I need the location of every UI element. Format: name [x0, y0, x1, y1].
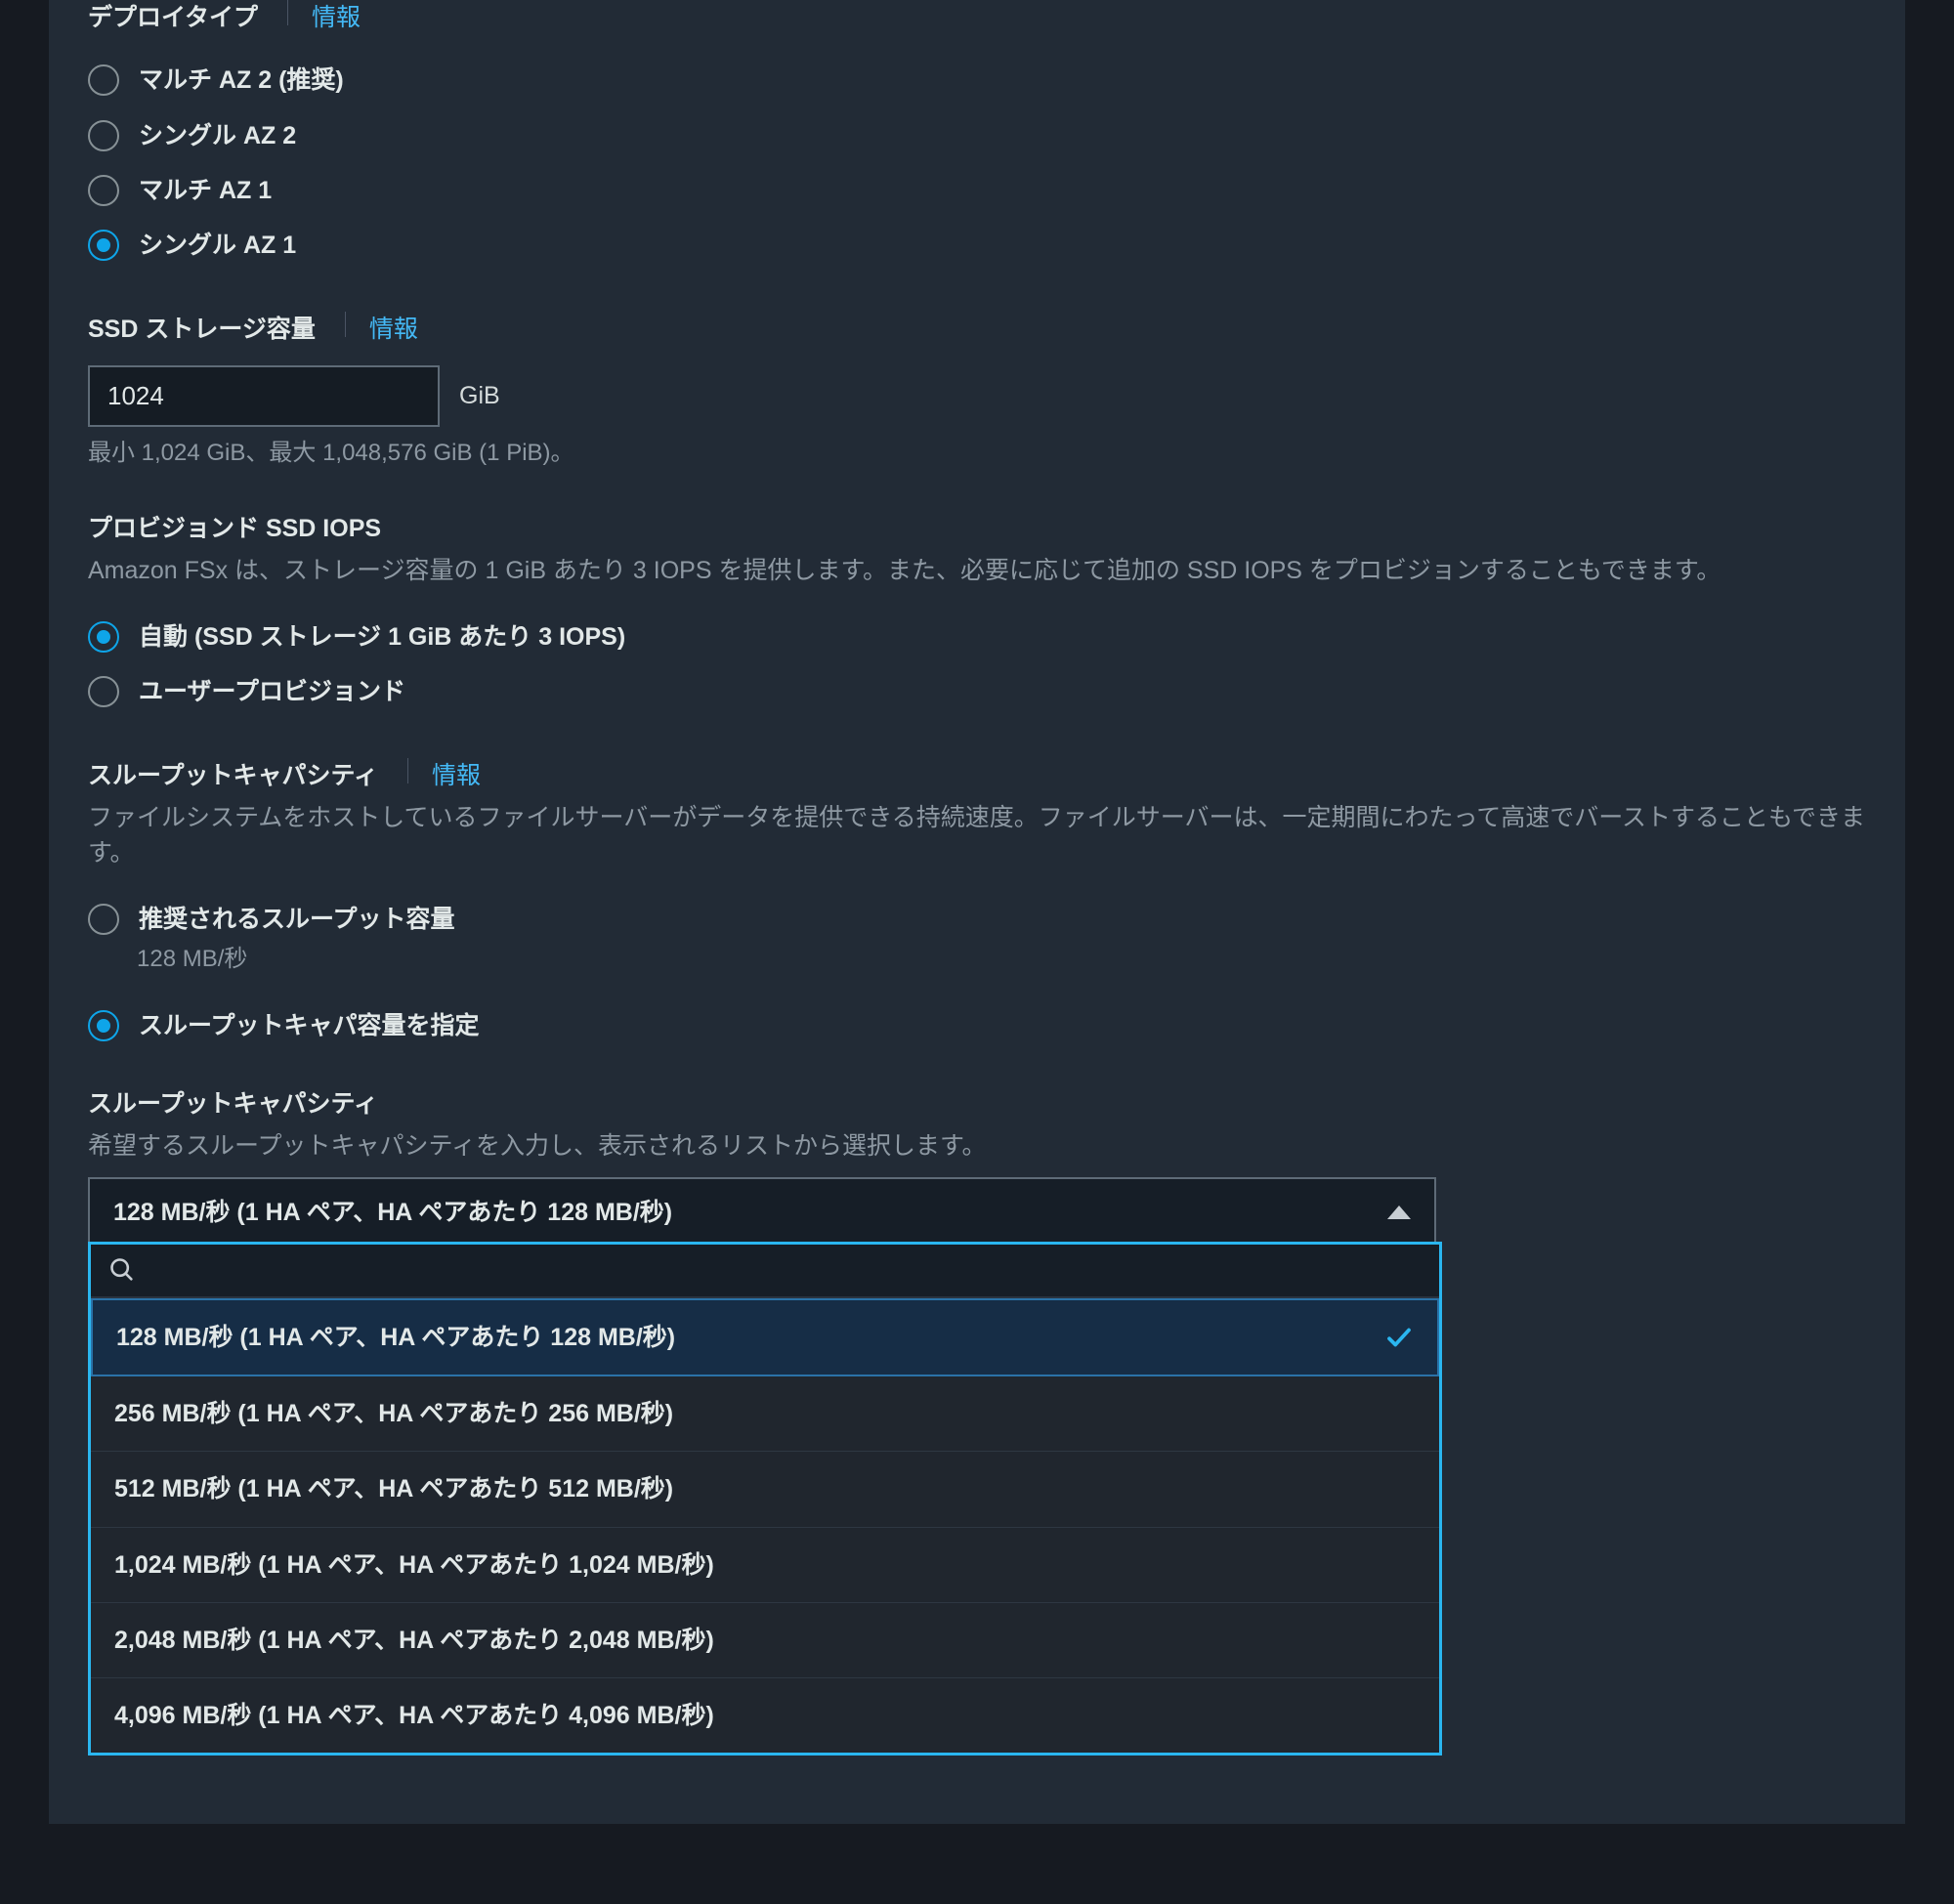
radio-label: シングル AZ 1 — [139, 228, 296, 263]
radio-label: マルチ AZ 2 (推奨) — [139, 63, 344, 98]
radio-throughput-specify[interactable]: スループットキャパ容量を指定 — [88, 998, 1866, 1053]
iops-radio-group: 自動 (SSD ストレージ 1 GiB あたり 3 IOPS) ユーザープロビジ… — [88, 610, 1866, 720]
ssd-capacity-label: SSD ストレージ容量 — [88, 312, 316, 347]
throughput-mode-label: スループットキャパシティ — [88, 758, 378, 793]
radio-multi-az-1[interactable]: マルチ AZ 1 — [88, 163, 1866, 218]
radio-throughput-recommended[interactable]: 推奨されるスループット容量 — [88, 892, 1866, 947]
divider — [407, 758, 408, 783]
throughput-option-1024[interactable]: 1,024 MB/秒 (1 HA ペア、HA ペアあたり 1,024 MB/秒) — [91, 1528, 1439, 1603]
search-icon — [108, 1256, 136, 1284]
throughput-dropdown-value: 128 MB/秒 (1 HA ペア、HA ペアあたり 128 MB/秒) — [113, 1195, 672, 1230]
throughput-select-description: 希望するスループットキャパシティを入力し、表示されるリストから選択します。 — [88, 1128, 1866, 1164]
radio-icon — [88, 64, 119, 96]
throughput-dropdown-trigger[interactable]: 128 MB/秒 (1 HA ペア、HA ペアあたり 128 MB/秒) — [88, 1177, 1436, 1248]
radio-icon — [88, 904, 119, 935]
option-label: 128 MB/秒 (1 HA ペア、HA ペアあたり 128 MB/秒) — [116, 1320, 675, 1355]
divider — [287, 0, 288, 25]
ssd-capacity-input[interactable] — [88, 365, 440, 427]
radio-single-az-2[interactable]: シングル AZ 2 — [88, 108, 1866, 163]
throughput-option-list: 128 MB/秒 (1 HA ペア、HA ペアあたり 128 MB/秒) 256… — [91, 1298, 1439, 1754]
ssd-capacity-hint: 最小 1,024 GiB、最大 1,048,576 GiB (1 PiB)。 — [88, 437, 1866, 471]
radio-iops-auto[interactable]: 自動 (SSD ストレージ 1 GiB あたり 3 IOPS) — [88, 610, 1866, 664]
throughput-option-2048[interactable]: 2,048 MB/秒 (1 HA ペア、HA ペアあたり 2,048 MB/秒) — [91, 1603, 1439, 1678]
throughput-search-row — [91, 1245, 1439, 1298]
deploy-type-label: デプロイタイプ — [88, 0, 258, 35]
deploy-type-info-link[interactable]: 情報 — [312, 0, 361, 35]
radio-icon — [88, 175, 119, 206]
radio-icon — [88, 230, 119, 261]
config-panel: デプロイタイプ 情報 マルチ AZ 2 (推奨) シングル AZ 2 マルチ A… — [49, 0, 1905, 1824]
radio-icon — [88, 676, 119, 707]
check-icon — [1384, 1323, 1414, 1352]
radio-icon — [88, 1010, 119, 1041]
iops-label: プロビジョンド SSD IOPS — [88, 511, 381, 546]
option-label: 2,048 MB/秒 (1 HA ペア、HA ペアあたり 2,048 MB/秒) — [114, 1623, 714, 1658]
radio-label: スループットキャパ容量を指定 — [139, 1008, 480, 1043]
divider — [345, 312, 346, 337]
radio-throughput-recommended-sub: 128 MB/秒 — [137, 943, 1866, 977]
deploy-type-radio-group: マルチ AZ 2 (推奨) シングル AZ 2 マルチ AZ 1 シングル AZ… — [88, 53, 1866, 273]
ssd-capacity-info-link[interactable]: 情報 — [369, 312, 418, 347]
radio-label: シングル AZ 2 — [139, 118, 296, 153]
throughput-dropdown: 128 MB/秒 (1 HA ペア、HA ペアあたり 128 MB/秒) — [88, 1177, 1436, 1248]
throughput-option-4096[interactable]: 4,096 MB/秒 (1 HA ペア、HA ペアあたり 4,096 MB/秒) — [91, 1678, 1439, 1753]
ssd-capacity-unit: GiB — [459, 378, 500, 413]
throughput-option-128[interactable]: 128 MB/秒 (1 HA ペア、HA ペアあたり 128 MB/秒) — [91, 1298, 1439, 1376]
radio-icon — [88, 621, 119, 653]
throughput-option-256[interactable]: 256 MB/秒 (1 HA ペア、HA ペアあたり 256 MB/秒) — [91, 1376, 1439, 1452]
radio-iops-user[interactable]: ユーザープロビジョンド — [88, 664, 1866, 719]
radio-label: 推奨されるスループット容量 — [139, 902, 455, 937]
iops-description: Amazon FSx は、ストレージ容量の 1 GiB あたり 3 IOPS を… — [88, 553, 1866, 588]
throughput-mode-description: ファイルシステムをホストしているファイルサーバーがデータを提供できる持続速度。フ… — [88, 800, 1866, 871]
radio-icon — [88, 120, 119, 151]
throughput-search-input[interactable] — [149, 1254, 1422, 1287]
option-label: 1,024 MB/秒 (1 HA ペア、HA ペアあたり 1,024 MB/秒) — [114, 1547, 714, 1583]
radio-label: マルチ AZ 1 — [139, 173, 272, 208]
throughput-mode-radio-group: 推奨されるスループット容量 128 MB/秒 スループットキャパ容量を指定 — [88, 892, 1866, 1053]
radio-label: 自動 (SSD ストレージ 1 GiB あたり 3 IOPS) — [139, 619, 625, 655]
radio-multi-az-2[interactable]: マルチ AZ 2 (推奨) — [88, 53, 1866, 107]
radio-label: ユーザープロビジョンド — [139, 674, 405, 709]
option-label: 256 MB/秒 (1 HA ペア、HA ペアあたり 256 MB/秒) — [114, 1396, 673, 1431]
option-label: 512 MB/秒 (1 HA ペア、HA ペアあたり 512 MB/秒) — [114, 1471, 673, 1506]
option-label: 4,096 MB/秒 (1 HA ペア、HA ペアあたり 4,096 MB/秒) — [114, 1698, 714, 1733]
caret-up-icon — [1387, 1206, 1411, 1219]
throughput-dropdown-panel: 128 MB/秒 (1 HA ペア、HA ペアあたり 128 MB/秒) 256… — [88, 1242, 1442, 1756]
throughput-select-label: スループットキャパシティ — [88, 1086, 378, 1121]
radio-single-az-1[interactable]: シングル AZ 1 — [88, 218, 1866, 273]
throughput-mode-info-link[interactable]: 情報 — [432, 758, 481, 793]
throughput-option-512[interactable]: 512 MB/秒 (1 HA ペア、HA ペアあたり 512 MB/秒) — [91, 1452, 1439, 1527]
